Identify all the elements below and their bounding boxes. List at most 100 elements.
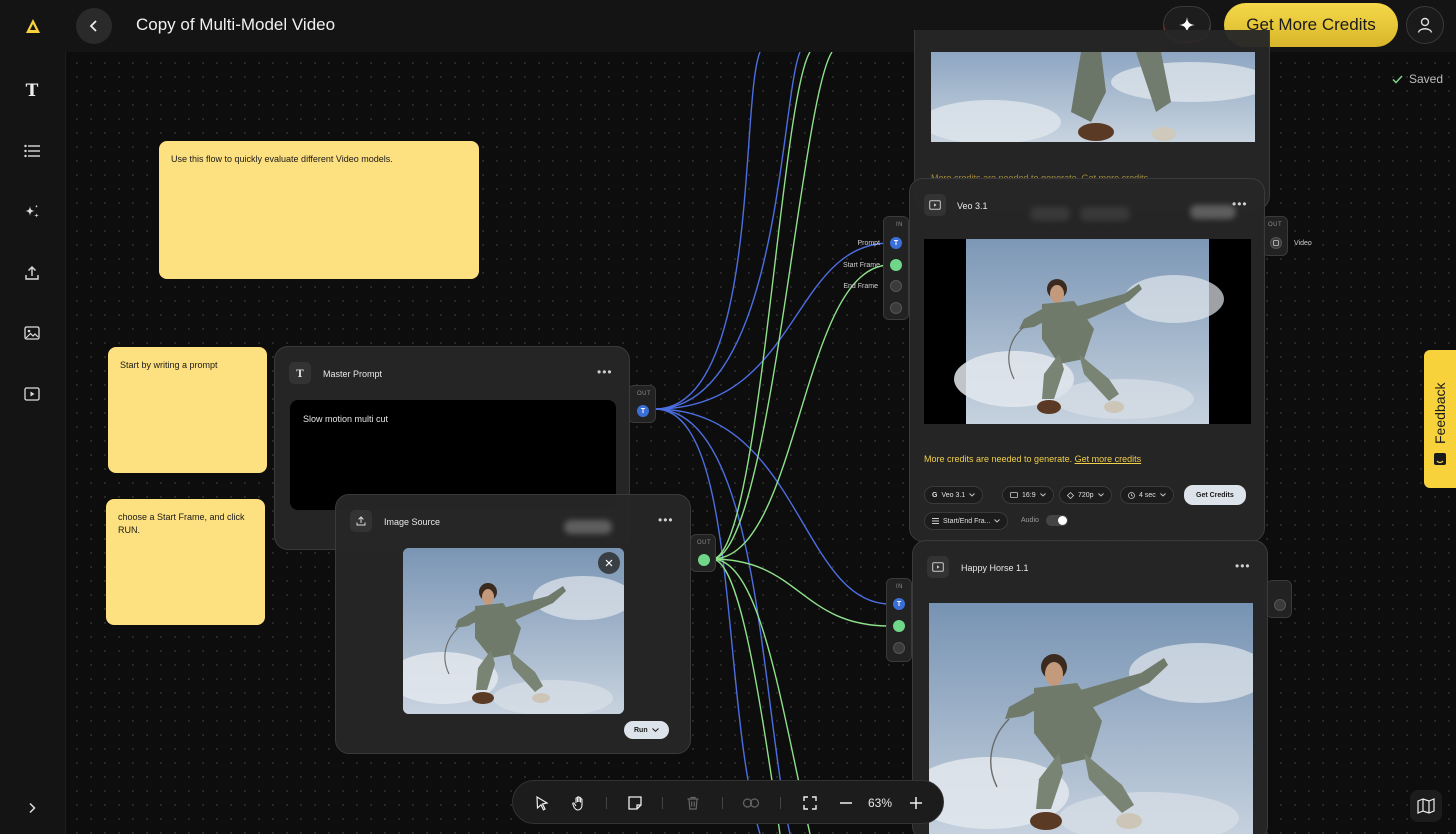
video-output-port[interactable] [1274,599,1286,611]
chevron-down-icon [994,519,1001,523]
node-title: Veo 3.1 [957,201,988,211]
output-ports: OUT T [628,385,656,423]
canvas-toolbar: 63% [512,780,944,824]
sticky-note[interactable]: Use this flow to quickly evaluate differ… [159,141,479,279]
image-source-node[interactable]: Image Source ••• Run [335,494,691,754]
extra-input-port[interactable] [890,302,902,314]
zoom-level[interactable]: 63% [868,796,892,810]
aspect-ratio-select[interactable]: 16:9 [1002,486,1054,504]
back-button[interactable] [76,8,112,44]
sticky-note[interactable]: Start by writing a prompt [108,347,267,473]
upload-icon [350,510,372,532]
chevron-down-icon [1039,493,1046,497]
hand-pan-icon[interactable] [568,792,590,814]
trash-icon[interactable] [682,792,704,814]
feedback-label: Feedback [1432,382,1448,444]
group-link-icon[interactable] [740,792,762,814]
video-preview [931,52,1255,142]
start-frame-input-label: Start Frame [843,262,880,269]
smile-icon [1434,453,1446,465]
user-avatar-button[interactable] [1406,6,1444,44]
chevron-down-icon [1159,493,1166,497]
output-ports: OUT [1262,216,1288,256]
video-icon[interactable] [18,380,46,408]
model-select[interactable]: G Veo 3.1 [924,486,984,504]
tool-sidebar: T [0,52,66,834]
blurred-info [1190,205,1236,219]
saved-text: Saved [1409,72,1444,86]
chevron-down-icon [1097,493,1104,497]
more-options-icon[interactable]: ••• [1235,559,1251,573]
blurred-info [1080,207,1130,221]
start-frame-input-port[interactable] [893,620,905,632]
feedback-tab[interactable]: Feedback [1424,350,1456,488]
run-button[interactable]: Run [624,721,669,739]
zoom-out-icon[interactable] [835,792,857,814]
google-icon: G [932,491,938,499]
select-cursor-icon[interactable] [531,792,553,814]
list-icon[interactable] [18,137,46,165]
output-ports: OUT [690,534,716,572]
video-icon [927,556,949,578]
get-more-credits-link[interactable]: Get more credits [1075,454,1142,464]
credits-warning: More credits are needed to generate. Get… [924,454,1142,464]
frame-mode-select[interactable]: Start/End Fra... [924,512,1009,530]
prompt-input-port[interactable]: T [890,237,902,249]
expand-sidebar-icon[interactable] [18,794,46,822]
more-options-icon[interactable]: ••• [597,365,613,379]
app-logo[interactable] [0,0,66,52]
video-output-label: Video [1294,240,1312,247]
start-frame-input-port[interactable] [890,259,902,271]
list-icon [932,518,939,524]
chevron-down-icon [969,493,976,497]
audio-label: Audio [1021,517,1039,524]
output-ports [1266,580,1292,618]
image-output-port[interactable] [698,554,710,566]
resolution-select[interactable]: 720p [1059,486,1112,504]
video-preview [929,603,1253,834]
diamond-icon [1067,491,1074,499]
more-options-icon[interactable]: ••• [658,513,674,527]
prompt-text: Slow motion multi cut [303,414,389,424]
remove-image-button[interactable] [598,552,620,574]
video-preview [924,239,1251,424]
chevron-down-icon [651,728,659,732]
upload-icon[interactable] [18,259,46,287]
sticky-note-icon[interactable] [624,792,646,814]
video-icon [924,194,946,216]
document-title[interactable]: Copy of Multi-Model Video [136,15,335,35]
node-title: Master Prompt [323,369,383,379]
text-icon: T [289,362,311,384]
audio-toggle[interactable] [1046,515,1068,526]
duration-select[interactable]: 4 sec [1120,486,1174,504]
video-icon [1273,240,1279,246]
text-tool-icon[interactable]: T [18,76,46,104]
end-frame-input-port[interactable] [893,642,905,654]
video-output-port[interactable] [1270,237,1282,249]
happy-horse-model-node[interactable]: Happy Horse 1.1 ••• [912,540,1268,834]
chevron-left-icon [89,20,97,32]
map-icon [1417,798,1435,814]
clock-icon [1128,491,1135,499]
blurred-info [1030,207,1070,221]
get-credits-button[interactable]: Get Credits [1184,485,1246,505]
end-frame-input-port[interactable] [890,280,902,292]
zoom-in-icon[interactable] [905,792,927,814]
svg-text:T: T [296,369,304,378]
source-image [403,548,624,714]
prompt-input-label: Prompt [857,240,880,247]
user-icon [1417,17,1433,33]
prompt-output-port[interactable]: T [637,405,649,417]
image-icon[interactable] [18,319,46,347]
node-title: Image Source [384,517,441,527]
check-icon [1392,74,1403,84]
sticky-note[interactable]: choose a Start Frame, and click RUN. [106,499,265,625]
fit-view-icon[interactable] [799,792,821,814]
close-icon [605,559,613,567]
veo-model-node[interactable]: Veo 3.1 ••• More credits are needed to g… [909,178,1265,542]
prompt-input-port[interactable]: T [893,598,905,610]
sparkles-icon[interactable] [18,198,46,226]
minimap-button[interactable] [1410,790,1442,822]
node-title: Happy Horse 1.1 [961,563,1029,573]
more-options-icon[interactable]: ••• [1232,197,1248,211]
